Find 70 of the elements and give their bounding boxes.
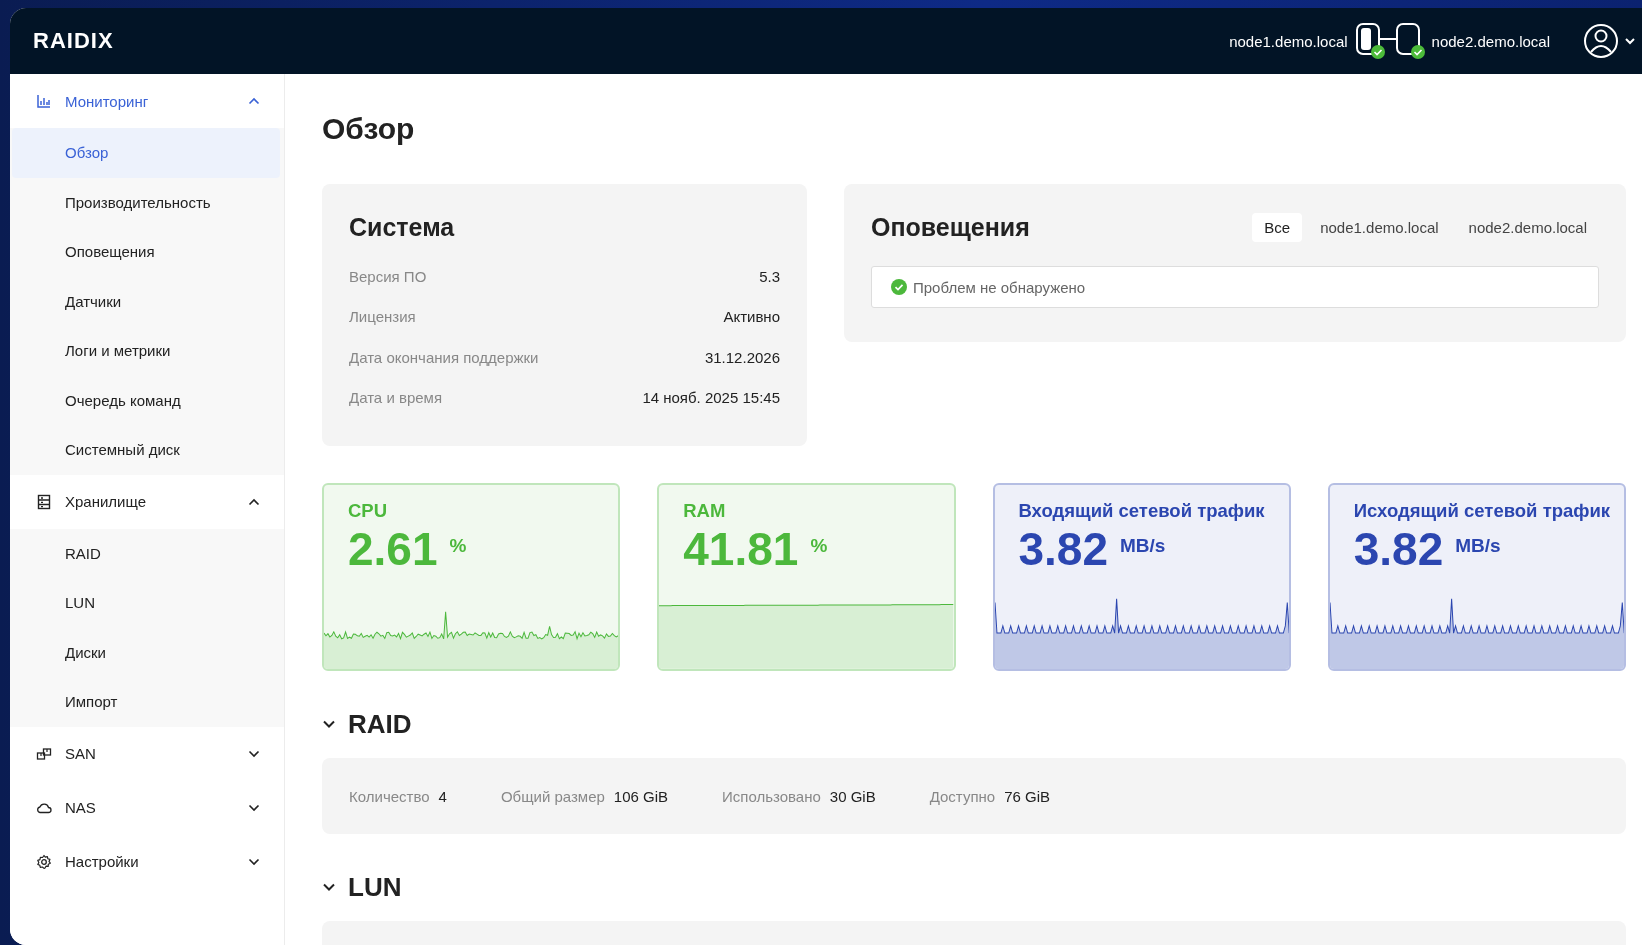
metric-value: 41.81 [683, 523, 799, 575]
metric-title: Исходящий сетевой трафик [1353, 499, 1612, 523]
metric-value: 2.61 [348, 523, 438, 575]
sidebar-group[interactable]: Хранилище [10, 474, 284, 529]
chevron-icon [248, 497, 260, 506]
filter-tab[interactable]: Все [1252, 212, 1303, 242]
chevron-icon [248, 857, 260, 866]
node-name: node1.demo.local [1229, 32, 1348, 50]
card-title: Система [349, 212, 456, 243]
card-title: Оповещения [871, 212, 1030, 243]
stat-label: Количество [349, 787, 430, 805]
stat-value: 106 GiB [613, 787, 669, 805]
storage-icon [36, 493, 52, 510]
logo: RAIDIX [33, 28, 114, 54]
sidebar-group[interactable]: NAS [10, 780, 284, 835]
sidebar-item[interactable]: Системный диск [12, 425, 280, 475]
sidebar-item[interactable]: LUN [12, 578, 280, 628]
section-title: LUN [348, 871, 402, 903]
info-label: Дата окончания поддержки [349, 348, 539, 366]
section-title: RAID [348, 708, 412, 740]
sidebar-item[interactable]: Логи и метрики [12, 326, 280, 376]
stat-value: 76 GiB [1004, 787, 1051, 805]
metric-title: CPU [348, 499, 389, 523]
sidebar-item[interactable]: Импорт [12, 677, 280, 727]
stat-label: Общий размер [500, 787, 605, 805]
chevron-icon[interactable] [322, 882, 336, 892]
cluster-nodes-icon[interactable] [1353, 21, 1426, 61]
check-icon [891, 279, 907, 295]
sidebar-item[interactable]: Производительность [12, 177, 280, 227]
metric-unit: % [449, 535, 467, 557]
metric-unit: % [810, 535, 828, 557]
stat-label: Доступно [929, 787, 996, 805]
info-label: Лицензия [349, 308, 416, 326]
info-value: 14 нояб. 2025 15:45 [642, 389, 780, 407]
sidebar-item[interactable]: Диски [12, 627, 280, 677]
filter-tab[interactable]: node2.demo.local [1456, 212, 1599, 242]
chevron-icon [248, 803, 260, 812]
info-label: Версия ПО [349, 267, 427, 285]
chevron-icon[interactable] [322, 719, 336, 729]
sidebar-item[interactable]: Оповещения [12, 227, 280, 277]
chevron-icon [248, 749, 260, 758]
node-name: node2.demo.local [1431, 32, 1550, 50]
metric-unit: MB/s [1455, 535, 1501, 557]
info-label: Дата и время [349, 389, 443, 407]
metric-title: Входящий сетевой трафик [1018, 499, 1266, 523]
sidebar-group[interactable]: Настройки [10, 834, 284, 889]
metric-value: 3.82 [1018, 523, 1109, 575]
info-value: 31.12.2026 [704, 348, 780, 366]
alert-message: Проблем не обнаружено [913, 278, 1086, 296]
page-title: Обзор [322, 111, 416, 147]
sidebar-item[interactable]: RAID [12, 528, 280, 578]
metric-unit: MB/s [1120, 535, 1166, 557]
info-value: 5.3 [759, 267, 780, 285]
user-menu-icon[interactable] [1582, 21, 1638, 61]
chevron-icon [248, 97, 260, 105]
sidebar-group[interactable]: SAN [10, 726, 284, 781]
stat-label: Использовано [722, 787, 821, 805]
metric-title: RAM [683, 499, 727, 523]
chart-icon [36, 93, 52, 109]
stat-value: 4 [438, 787, 447, 805]
filter-tab[interactable]: node1.demo.local [1308, 212, 1451, 242]
sidebar-item[interactable]: Датчики [12, 276, 280, 326]
settings-icon [36, 853, 52, 870]
sidebar-group[interactable]: Мониторинг [10, 74, 284, 128]
network-icon [36, 745, 52, 762]
info-value: Активно [723, 308, 780, 326]
sidebar-item[interactable]: Обзор [12, 128, 280, 178]
stat-value: 30 GiB [829, 787, 876, 805]
sidebar-item[interactable]: Очередь команд [12, 375, 280, 425]
metric-value: 3.82 [1353, 523, 1444, 575]
